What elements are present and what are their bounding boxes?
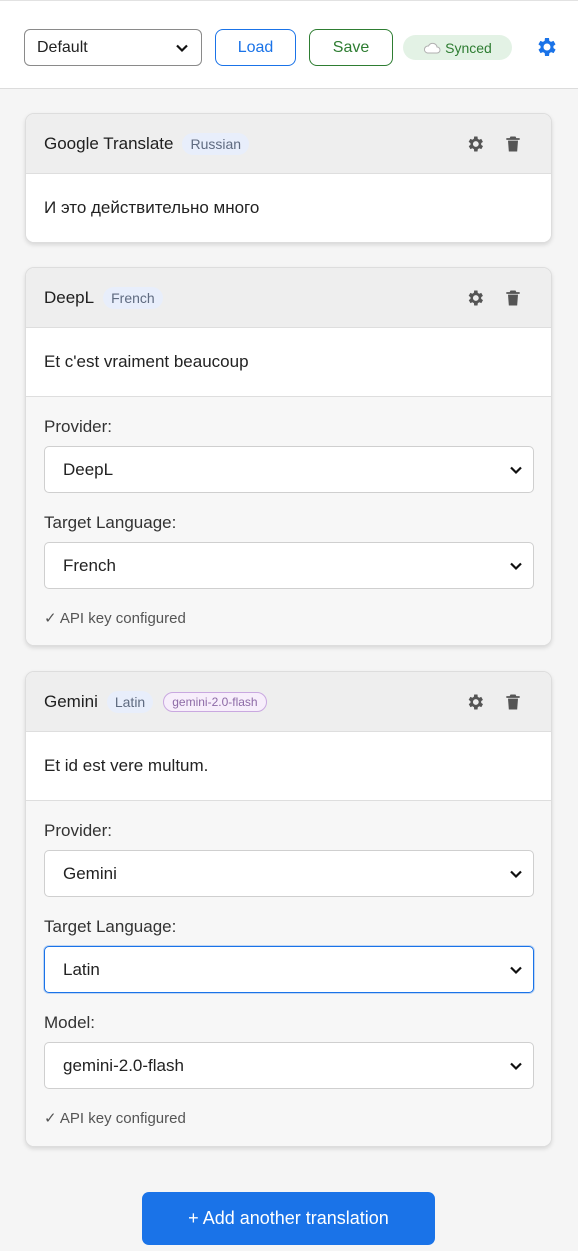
gear-icon[interactable] xyxy=(465,692,485,712)
language-select[interactable]: French xyxy=(44,542,534,589)
preset-value: Default xyxy=(37,38,88,56)
card-settings-panel: Provider: DeepL Target Language: French … xyxy=(26,396,551,645)
provider-label: Provider: xyxy=(44,821,113,840)
chevron-down-icon xyxy=(510,870,522,878)
provider-label: Provider: xyxy=(44,417,113,436)
provider-select[interactable]: Gemini xyxy=(44,850,534,897)
language-label: Target Language: xyxy=(44,513,177,532)
model-value: gemini-2.0-flash xyxy=(63,1055,184,1075)
preset-select[interactable]: Default xyxy=(24,29,202,66)
chevron-down-icon xyxy=(510,562,522,570)
translation-card-google: Google Translate Russian И это действите… xyxy=(25,113,552,243)
load-button[interactable]: Load xyxy=(215,29,296,66)
gear-icon[interactable] xyxy=(465,288,485,308)
chevron-down-icon xyxy=(510,1062,522,1070)
provider-select[interactable]: DeepL xyxy=(44,446,534,493)
provider-name: Gemini xyxy=(44,691,98,711)
language-badge: French xyxy=(103,286,163,309)
api-key-status: ✓ API key configured xyxy=(44,610,186,627)
translation-card-gemini: Gemini Latin gemini-2.0-flash Et id est … xyxy=(25,671,552,1147)
chevron-down-icon xyxy=(176,44,188,52)
translation-text: Et id est vere multum. xyxy=(26,732,551,800)
api-key-status: ✓ API key configured xyxy=(44,1110,186,1127)
translation-card-deepl: DeepL French Et c'est vraiment beaucoup … xyxy=(25,267,552,646)
chevron-down-icon xyxy=(510,466,522,474)
gear-icon[interactable] xyxy=(534,35,558,59)
language-value: Latin xyxy=(63,959,100,979)
provider-name: DeepL xyxy=(44,287,95,307)
translation-text: Et c'est vraiment beaucoup xyxy=(26,328,551,396)
add-translation-button[interactable]: + Add another translation xyxy=(142,1192,435,1245)
cloud-icon xyxy=(424,42,441,53)
language-select[interactable]: Latin xyxy=(44,946,534,993)
model-badge: gemini-2.0-flash xyxy=(163,691,267,712)
chevron-down-icon xyxy=(510,966,522,974)
translation-text: И это действительно много xyxy=(26,174,551,242)
language-badge: Russian xyxy=(182,132,250,155)
card-header: DeepL French xyxy=(26,268,551,328)
language-badge: Latin xyxy=(106,690,154,713)
card-header: Gemini Latin gemini-2.0-flash xyxy=(26,672,551,732)
gear-icon[interactable] xyxy=(465,134,485,154)
save-button[interactable]: Save xyxy=(309,29,393,66)
toolbar: Default Load Save Synced xyxy=(0,0,578,89)
language-value: French xyxy=(63,555,116,575)
synced-badge: Synced xyxy=(403,35,512,60)
provider-name: Google Translate xyxy=(44,133,174,153)
model-label: Model: xyxy=(44,1013,96,1032)
provider-value: DeepL xyxy=(63,459,114,479)
card-header: Google Translate Russian xyxy=(26,114,551,174)
trash-icon[interactable] xyxy=(503,134,523,154)
language-label: Target Language: xyxy=(44,917,177,936)
provider-value: Gemini xyxy=(63,863,117,883)
model-select[interactable]: gemini-2.0-flash xyxy=(44,1042,534,1089)
synced-label: Synced xyxy=(445,39,492,56)
card-settings-panel: Provider: Gemini Target Language: Latin … xyxy=(26,800,551,1146)
trash-icon[interactable] xyxy=(503,288,523,308)
trash-icon[interactable] xyxy=(503,692,523,712)
